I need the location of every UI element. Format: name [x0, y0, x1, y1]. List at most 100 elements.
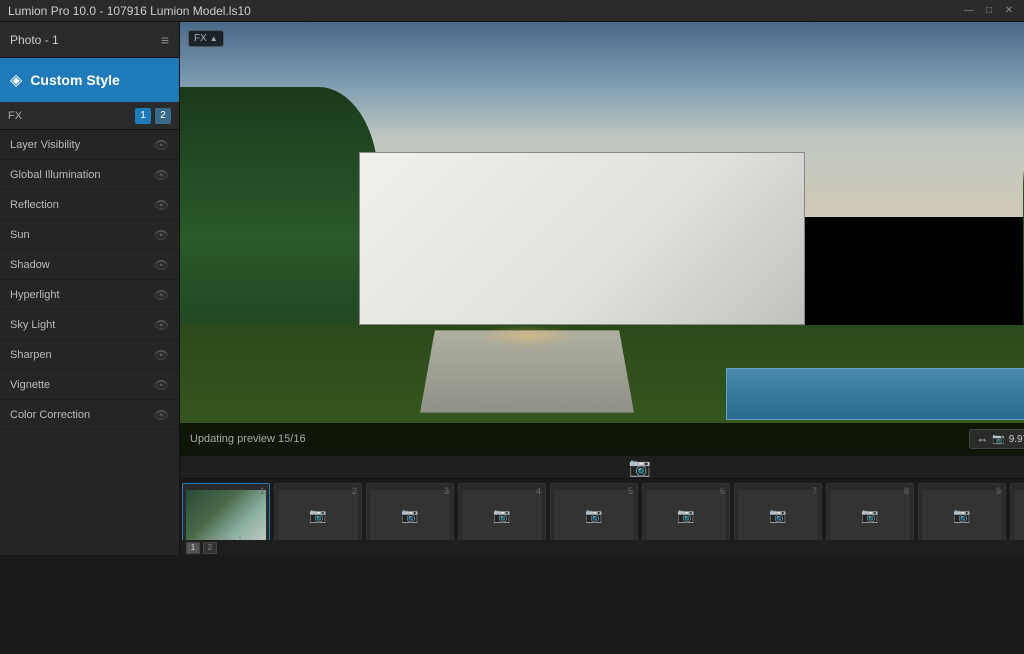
- fx-item-hyperlight[interactable]: Hyperlight 👁: [0, 280, 179, 310]
- photo-title: Photo - 1: [10, 33, 59, 47]
- fx-page-1[interactable]: 1: [135, 108, 151, 124]
- film-slot-6[interactable]: 6📷: [642, 483, 730, 540]
- eye-icon[interactable]: 👁: [154, 408, 169, 422]
- film-slot-7[interactable]: 7📷: [734, 483, 822, 540]
- night-glow: [478, 325, 577, 347]
- add-photo-icon[interactable]: 📷: [629, 457, 651, 478]
- fx-item-label: Global Illumination: [10, 169, 101, 181]
- slot-thumbnail: [186, 490, 266, 540]
- fx-item-global-illumination[interactable]: Global Illumination 👁: [0, 160, 179, 190]
- building: [359, 152, 805, 325]
- bottom-strip: 📷 1Photo - 12📷3📷4📷5📷6📷7📷8📷9📷10📷 1 2 📷 🚶 …: [180, 455, 1024, 555]
- film-slot-8[interactable]: 8📷: [826, 483, 914, 540]
- minimize-button[interactable]: —: [962, 4, 976, 18]
- slot-number: 8: [904, 486, 909, 496]
- custom-style-header[interactable]: ◈ Custom Style: [0, 58, 179, 102]
- titlebar-controls: — □ ✕: [962, 4, 1016, 18]
- page-btn-2[interactable]: 2: [203, 542, 217, 554]
- titlebar: Lumion Pro 10.0 - 107916 Lumion Model.ls…: [0, 0, 1024, 22]
- slot-number: 4: [536, 486, 541, 496]
- fx-item-sharpen[interactable]: Sharpen 👁: [0, 340, 179, 370]
- viewport[interactable]: FX ▲ 1 Updating preview 15/16 ⇔ 📷 9.97m …: [180, 22, 1024, 455]
- slot-empty: 📷: [738, 490, 818, 540]
- slot-empty: 📷: [922, 490, 1002, 540]
- view-icon: ⇔: [976, 432, 988, 446]
- distance-value: 9.97m: [1009, 434, 1024, 445]
- fx-bar: FX 1 2: [0, 102, 179, 130]
- page-btn-1[interactable]: 1: [186, 542, 200, 554]
- eye-icon[interactable]: 👁: [154, 228, 169, 242]
- close-button[interactable]: ✕: [1002, 4, 1016, 18]
- viewport-bottom-bar: Updating preview 15/16 ⇔ 📷 9.97m ▼ Focal…: [180, 423, 1024, 455]
- slot-number: 3: [444, 486, 449, 496]
- film-slot-3[interactable]: 3📷: [366, 483, 454, 540]
- menu-icon[interactable]: ≡: [161, 32, 169, 48]
- slot-number: 6: [720, 486, 725, 496]
- eye-icon[interactable]: 👁: [154, 348, 169, 362]
- film-slot-1[interactable]: 1 Photo - 1: [182, 483, 270, 540]
- eye-icon[interactable]: 👁: [154, 198, 169, 212]
- slot-number: 5: [628, 486, 633, 496]
- maximize-button[interactable]: □: [982, 4, 996, 18]
- filmstrip-area: 📷 1Photo - 12📷3📷4📷5📷6📷7📷8📷9📷10📷 1 2: [180, 456, 1024, 555]
- eye-icon[interactable]: 👁: [154, 258, 169, 272]
- fx-item-label: Sky Light: [10, 319, 55, 331]
- fx-badge-text: FX: [194, 33, 207, 44]
- eye-icon[interactable]: 👁: [154, 288, 169, 302]
- titlebar-title: Lumion Pro 10.0 - 107916 Lumion Model.ls…: [8, 4, 251, 18]
- fx-item-label: Color Correction: [10, 409, 90, 421]
- main-layout: Photo - 1 ≡ ◈ Custom Style FX 1 2 Layer …: [0, 22, 1024, 555]
- film-slot-9[interactable]: 9📷: [918, 483, 1006, 540]
- slot-number: 7: [812, 486, 817, 496]
- slot-empty: 📷: [462, 490, 542, 540]
- fx-item-vignette[interactable]: Vignette 👁: [0, 370, 179, 400]
- slot-empty: 📷: [646, 490, 726, 540]
- fx-item-shadow[interactable]: Shadow 👁: [0, 250, 179, 280]
- slot-empty: 📷: [554, 490, 634, 540]
- eye-icon[interactable]: 👁: [154, 168, 169, 182]
- slot-pagination: 1 2: [180, 540, 1024, 555]
- view-icon2: 📷: [992, 434, 1004, 445]
- view-controls[interactable]: ⇔ 📷 9.97m ▼: [969, 429, 1024, 449]
- pool: [726, 368, 1024, 420]
- fx-page-2[interactable]: 2: [155, 108, 171, 124]
- fx-item-layer-visibility[interactable]: Layer Visibility 👁: [0, 130, 179, 160]
- film-slot-4[interactable]: 4📷: [458, 483, 546, 540]
- fx-item-label: Hyperlight: [10, 289, 60, 301]
- fx-item-label: Reflection: [10, 199, 59, 211]
- center-area: FX ▲ 1 Updating preview 15/16 ⇔ 📷 9.97m …: [180, 22, 1024, 555]
- fx-badge-icon: ▲: [210, 34, 218, 43]
- eye-icon[interactable]: 👁: [154, 378, 169, 392]
- custom-style-icon: ◈: [10, 70, 22, 90]
- status-text: Updating preview 15/16: [190, 433, 306, 445]
- slot-empty: 📷: [278, 490, 358, 540]
- fx-item-reflection[interactable]: Reflection 👁: [0, 190, 179, 220]
- photo-header: Photo - 1 ≡: [0, 22, 179, 58]
- slot-number: 2: [352, 486, 357, 496]
- fx-label: FX: [8, 110, 22, 122]
- slot-number: 1: [260, 486, 265, 496]
- slot-name: Photo - 1: [183, 535, 269, 540]
- scene: [180, 22, 1024, 455]
- fx-items-list: Layer Visibility👁Global Illumination👁Ref…: [0, 130, 179, 555]
- fx-item-label: Layer Visibility: [10, 139, 80, 151]
- slot-empty: 📷: [370, 490, 450, 540]
- slot-number: 9: [996, 486, 1001, 496]
- film-slot-5[interactable]: 5📷: [550, 483, 638, 540]
- fx-item-label: Shadow: [10, 259, 50, 271]
- fx-badge: FX ▲: [188, 30, 224, 47]
- fx-item-sky-light[interactable]: Sky Light 👁: [0, 310, 179, 340]
- film-slot-2[interactable]: 2📷: [274, 483, 362, 540]
- custom-style-label: Custom Style: [30, 72, 119, 88]
- eye-icon[interactable]: 👁: [154, 138, 169, 152]
- fx-item-label: Vignette: [10, 379, 50, 391]
- eye-icon[interactable]: 👁: [154, 318, 169, 332]
- slot-empty: 📷: [830, 490, 910, 540]
- left-panel: Photo - 1 ≡ ◈ Custom Style FX 1 2 Layer …: [0, 22, 180, 555]
- fx-item-color-correction[interactable]: Color Correction 👁: [0, 400, 179, 430]
- film-slot-10[interactable]: 10📷: [1010, 483, 1024, 540]
- fx-item-label: Sharpen: [10, 349, 52, 361]
- filmstrip-top: 📷: [180, 456, 1024, 479]
- fx-item-sun[interactable]: Sun👁: [0, 220, 179, 250]
- filmstrip: 1Photo - 12📷3📷4📷5📷6📷7📷8📷9📷10📷: [180, 479, 1024, 540]
